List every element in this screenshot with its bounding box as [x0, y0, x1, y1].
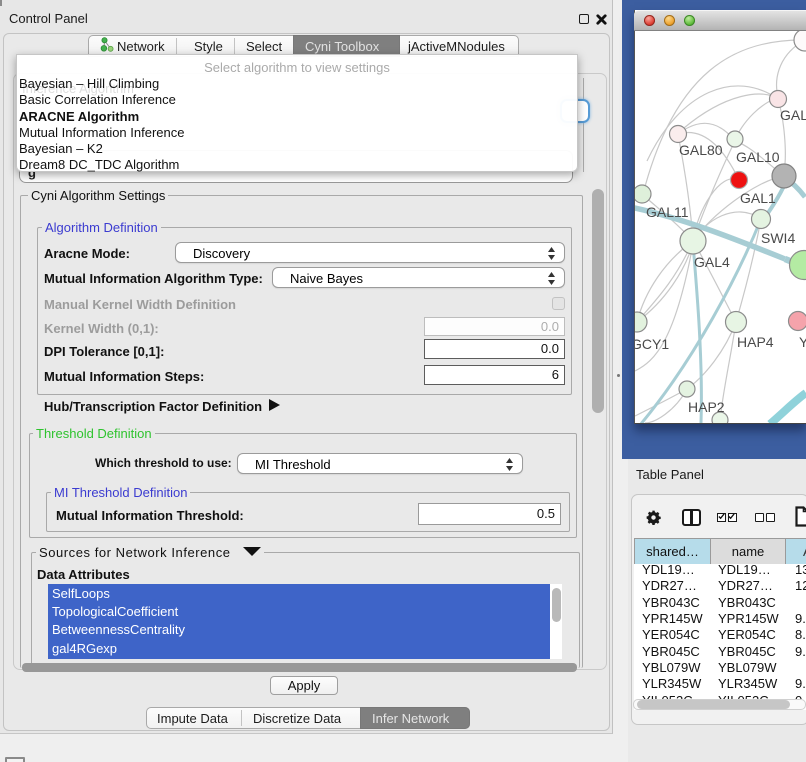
- svg-text:Y: Y: [799, 334, 806, 350]
- svg-text:GAL10: GAL10: [736, 149, 780, 165]
- svg-text:GAL1: GAL1: [740, 190, 776, 206]
- svg-text:HAP4: HAP4: [737, 334, 774, 350]
- svg-text:HAP2: HAP2: [688, 399, 725, 415]
- svg-text:GAL80: GAL80: [679, 142, 723, 158]
- svg-text:GCY1: GCY1: [635, 336, 669, 352]
- svg-text:GAL4: GAL4: [694, 254, 730, 270]
- svg-text:GAL11: GAL11: [646, 204, 689, 220]
- svg-text:SWI4: SWI4: [761, 230, 795, 246]
- svg-text:GAL7: GAL7: [780, 107, 806, 123]
